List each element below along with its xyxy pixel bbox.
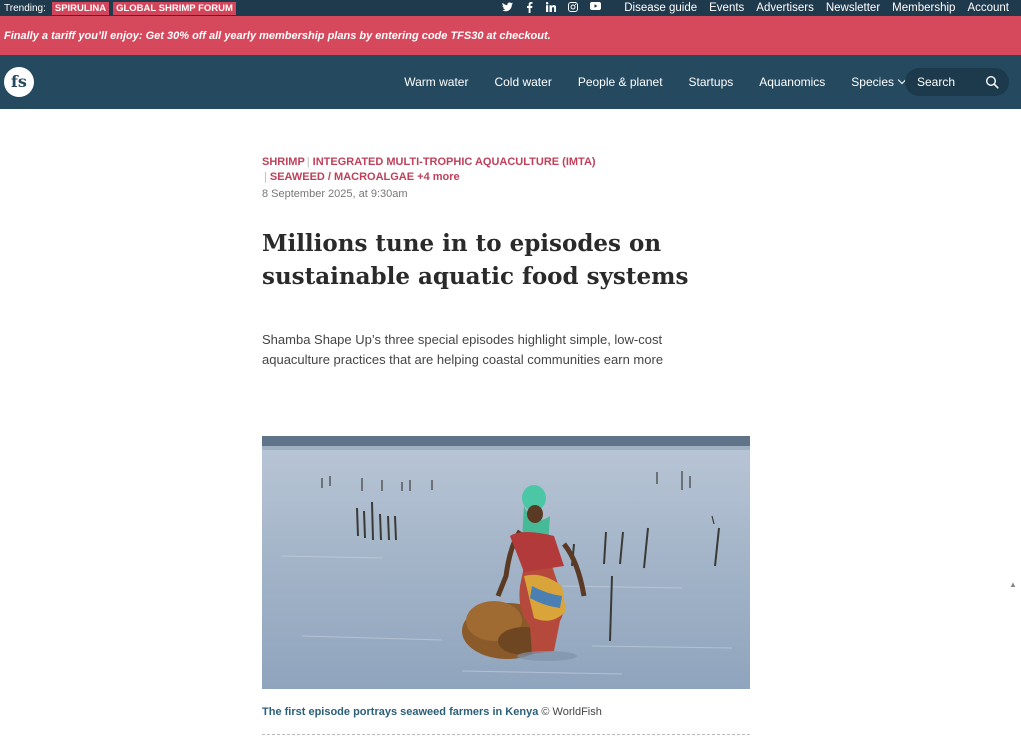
top-right-links: Disease guide Events Advertisers Newslet… (496, 0, 1009, 16)
hero-image (262, 436, 750, 689)
search-icon[interactable] (985, 75, 999, 89)
link-advertisers[interactable]: Advertisers (756, 2, 814, 14)
main-nav: fs Warm water Cold water People & planet… (0, 55, 1021, 109)
category-separator: | (264, 171, 267, 183)
category-seaweed[interactable]: SEAWEED / MACROALGAE (270, 171, 414, 183)
link-disease-guide[interactable]: Disease guide (624, 2, 697, 14)
promo-text: Finally a tariff you’ll enjoy: Get 30% o… (4, 29, 551, 42)
article-standfirst: Shamba Shape Up’s three special episodes… (262, 332, 664, 367)
promo-banner[interactable]: Finally a tariff you’ll enjoy: Get 30% o… (0, 16, 1021, 55)
logo-text: fs (11, 72, 27, 91)
image-caption: The first episode portrays seaweed farme… (262, 706, 602, 718)
trending-tag-global-shrimp-forum[interactable]: GLOBAL SHRIMP FORUM (113, 1, 236, 15)
nav-item-cold-water[interactable]: Cold water (494, 75, 551, 89)
link-account[interactable]: Account (967, 2, 1009, 14)
category-shrimp[interactable]: SHRIMP (262, 156, 305, 168)
seaweed-farmer-photo (262, 436, 750, 689)
link-events[interactable]: Events (709, 2, 744, 14)
site-logo[interactable]: fs (4, 67, 34, 97)
search-box[interactable]: Search (905, 68, 1009, 96)
youtube-icon[interactable] (589, 2, 601, 14)
nav-item-species[interactable]: Species (851, 75, 907, 89)
nav-item-startups[interactable]: Startups (689, 75, 734, 89)
article-headline: Millions tune in to episodes on sustaina… (262, 230, 689, 290)
twitter-icon[interactable] (501, 2, 513, 14)
top-utility-bar: Trending: SPIRULINA GLOBAL SHRIMP FORUM … (0, 0, 1021, 16)
nav-items: Warm water Cold water People & planet St… (378, 55, 907, 109)
nav-item-aquanomics[interactable]: Aquanomics (759, 75, 825, 89)
publish-date: 8 September 2025, at 9:30am (262, 188, 408, 200)
trending-tag-spirulina[interactable]: SPIRULINA (51, 1, 110, 15)
instagram-icon[interactable] (567, 2, 579, 14)
category-more-link[interactable]: +4 more (417, 171, 460, 183)
category-separator: | (306, 156, 310, 168)
facebook-icon[interactable] (523, 2, 535, 14)
category-imta[interactable]: INTEGRATED MULTI-TROPHIC AQUACULTURE (IM… (313, 156, 596, 168)
nav-item-warm-water[interactable]: Warm water (404, 75, 468, 89)
nav-item-species-label: Species (851, 75, 894, 89)
scroll-up-arrow-icon[interactable]: ▲ (1009, 581, 1017, 589)
caption-credit: © WorldFish (541, 706, 602, 718)
trending-label: Trending: (4, 2, 46, 14)
linkedin-icon[interactable] (545, 2, 557, 14)
nav-item-people-planet[interactable]: People & planet (578, 75, 663, 89)
category-list: SHRIMP | INTEGRATED MULTI-TROPHIC AQUACULT… (262, 155, 596, 185)
link-newsletter[interactable]: Newsletter (826, 2, 880, 14)
caption-divider (262, 734, 750, 735)
search-label: Search (917, 75, 956, 89)
link-membership[interactable]: Membership (892, 2, 955, 14)
caption-link[interactable]: The first episode portrays seaweed farme… (262, 706, 538, 718)
social-icons (496, 2, 606, 14)
